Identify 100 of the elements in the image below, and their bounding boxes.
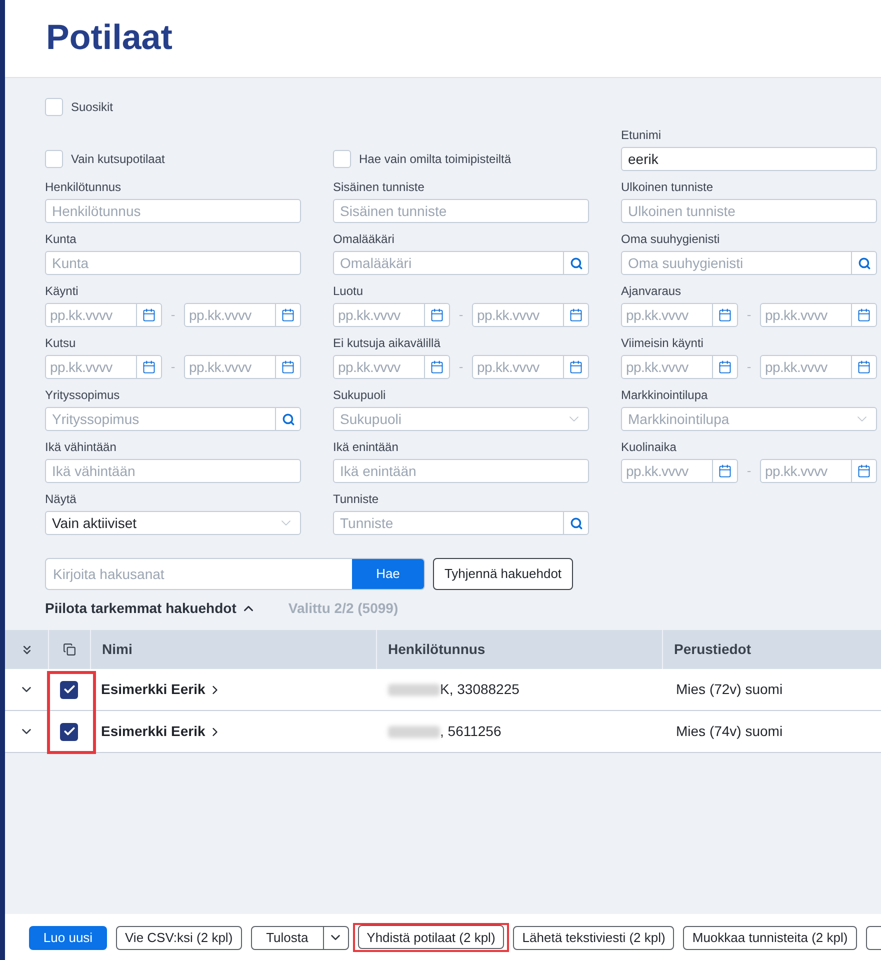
date-field[interactable]: pp.kk.vvvv [621,303,738,327]
field-label: Ei kutsuja aikavälillä [333,336,440,351]
calendar-icon [718,360,732,374]
calendar-icon [281,308,295,322]
calendar-icon [569,360,583,374]
date-field[interactable]: pp.kk.vvvv [760,355,877,379]
search-field[interactable]: Omalääkäri [333,251,589,275]
text-field[interactable]: Ulkoinen tunniste [621,199,877,223]
date-field[interactable]: pp.kk.vvvv [45,303,162,327]
range-separator: - [170,306,176,324]
copy-icon[interactable] [63,643,76,656]
table-row[interactable]: Esimerkki Eerik K, 33088225 Mies (72v) suomi [5,669,881,711]
date-field[interactable]: pp.kk.vvvv [621,459,738,483]
date-field[interactable]: pp.kk.vvvv [184,355,301,379]
range-separator: - [458,306,464,324]
calendar-icon [142,360,156,374]
search-icon [570,256,582,270]
field-label: Kutsu [45,336,76,351]
checkbox-label: Vain kutsupotilaat [71,151,165,168]
range-separator: - [458,358,464,376]
select-field[interactable]: Markkinointilupa [621,407,877,431]
action-button[interactable]: Muokkaa tunnisteita (2 kpl) [683,926,857,950]
action-button[interactable]: Lähetä tekstiviesti (2 kpl) [513,926,674,950]
date-field[interactable]: pp.kk.vvvv [760,303,877,327]
checkbox[interactable] [333,150,351,168]
table-cell-text: K, 33088225 [440,680,520,699]
search-button[interactable]: Hae [352,559,424,589]
search-field[interactable]: Oma suuhygienisti [621,251,877,275]
range-separator: - [170,358,176,376]
select-field[interactable]: Vain aktiiviset [45,511,301,535]
field-label: Ikä enintään [333,440,398,455]
calendar-icon [718,464,732,478]
search-field[interactable]: Kirjoita hakusanat Hae [45,558,425,590]
text-field[interactable]: Sisäinen tunniste [333,199,589,223]
field-label: Sisäinen tunniste [333,180,424,195]
calendar-icon [569,308,583,322]
field-label: Ikä vähintään [45,440,116,455]
calendar-icon [142,308,156,322]
field-label: Yrityssopimus [45,388,120,403]
column-header[interactable]: Nimi [102,639,132,660]
checkbox[interactable] [45,98,63,116]
column-header[interactable]: Henkilötunnus [388,639,486,660]
column-header[interactable]: Perustiedot [674,639,752,660]
text-field[interactable]: Ikä vähintään [45,459,301,483]
search-icon [570,516,582,530]
calendar-icon [857,308,871,322]
table-row[interactable]: Esimerkki Eerik , 5611256 Mies (74v) suomi [5,711,881,753]
date-field[interactable]: pp.kk.vvvv [184,303,301,327]
date-field[interactable]: pp.kk.vvvv [621,355,738,379]
checkbox-label: Suosikit [71,99,114,116]
date-field[interactable]: pp.kk.vvvv [333,303,450,327]
search-icon [282,412,294,426]
selection-summary: Valittu 2/2 (5099) [288,598,398,618]
field-label: Henkilötunnus [45,180,122,195]
search-field[interactable]: Tunniste [333,511,589,535]
select-field[interactable]: Sukupuoli [333,407,589,431]
field-label: Tunniste [333,492,379,507]
calendar-icon [430,360,444,374]
date-field[interactable]: pp.kk.vvvv [45,355,162,379]
action-button[interactable]: Vie CSV:ksi (2 kpl) [116,926,242,950]
text-field[interactable]: Henkilötunnus [45,199,301,223]
range-separator: - [746,306,752,324]
text-field[interactable]: Kunta [45,251,301,275]
create-button[interactable]: Luo uusi [29,926,107,950]
calendar-icon [430,308,444,322]
search-icon [858,256,870,270]
field-label: Viimeisin käynti [621,336,704,351]
date-field[interactable]: pp.kk.vvvv [760,459,877,483]
checkbox[interactable] [60,722,78,740]
date-field[interactable]: pp.kk.vvvv [472,355,589,379]
field-label: Ulkoinen tunniste [621,180,714,195]
table-cell-text: Mies (72v) suomi [676,680,783,699]
search-field[interactable]: Yrityssopimus [45,407,301,431]
date-field[interactable]: pp.kk.vvvv [333,355,450,379]
split-button[interactable]: Tulosta [250,926,349,950]
range-separator: - [746,462,752,480]
field-label: Kunta [45,232,76,247]
action-button[interactable]: Yhdistä potilaat (2 kpl) [358,925,504,950]
toggle-filters-link[interactable]: Piilota tarkemmat hakuehdot [45,598,256,618]
table-cell-text: Mies (74v) suomi [676,722,783,741]
clear-button[interactable]: Tyhjennä hakuehdot [433,558,573,590]
field-label: Ajanvaraus [621,284,682,299]
date-field[interactable]: pp.kk.vvvv [472,303,589,327]
text-field[interactable]: Ikä enintään [333,459,589,483]
field-label: Sukupuoli [333,388,386,403]
check-icon [62,725,76,738]
checkbox[interactable] [45,150,63,168]
patient-name-link[interactable]: Esimerkki Eerik [101,721,222,742]
text-field[interactable]: eerik [621,147,877,171]
checkbox[interactable] [60,680,78,698]
calendar-icon [281,360,295,374]
range-separator: - [746,358,752,376]
calendar-icon [857,360,871,374]
field-label: Etunimi [621,128,662,143]
field-label: Oma suuhygienisti [621,232,720,247]
patient-name-link[interactable]: Esimerkki Eerik [101,679,222,700]
calendar-icon [857,464,871,478]
calendar-icon [718,308,732,322]
field-label: Luotu [333,284,364,299]
page-title: Potilaat [46,20,172,55]
